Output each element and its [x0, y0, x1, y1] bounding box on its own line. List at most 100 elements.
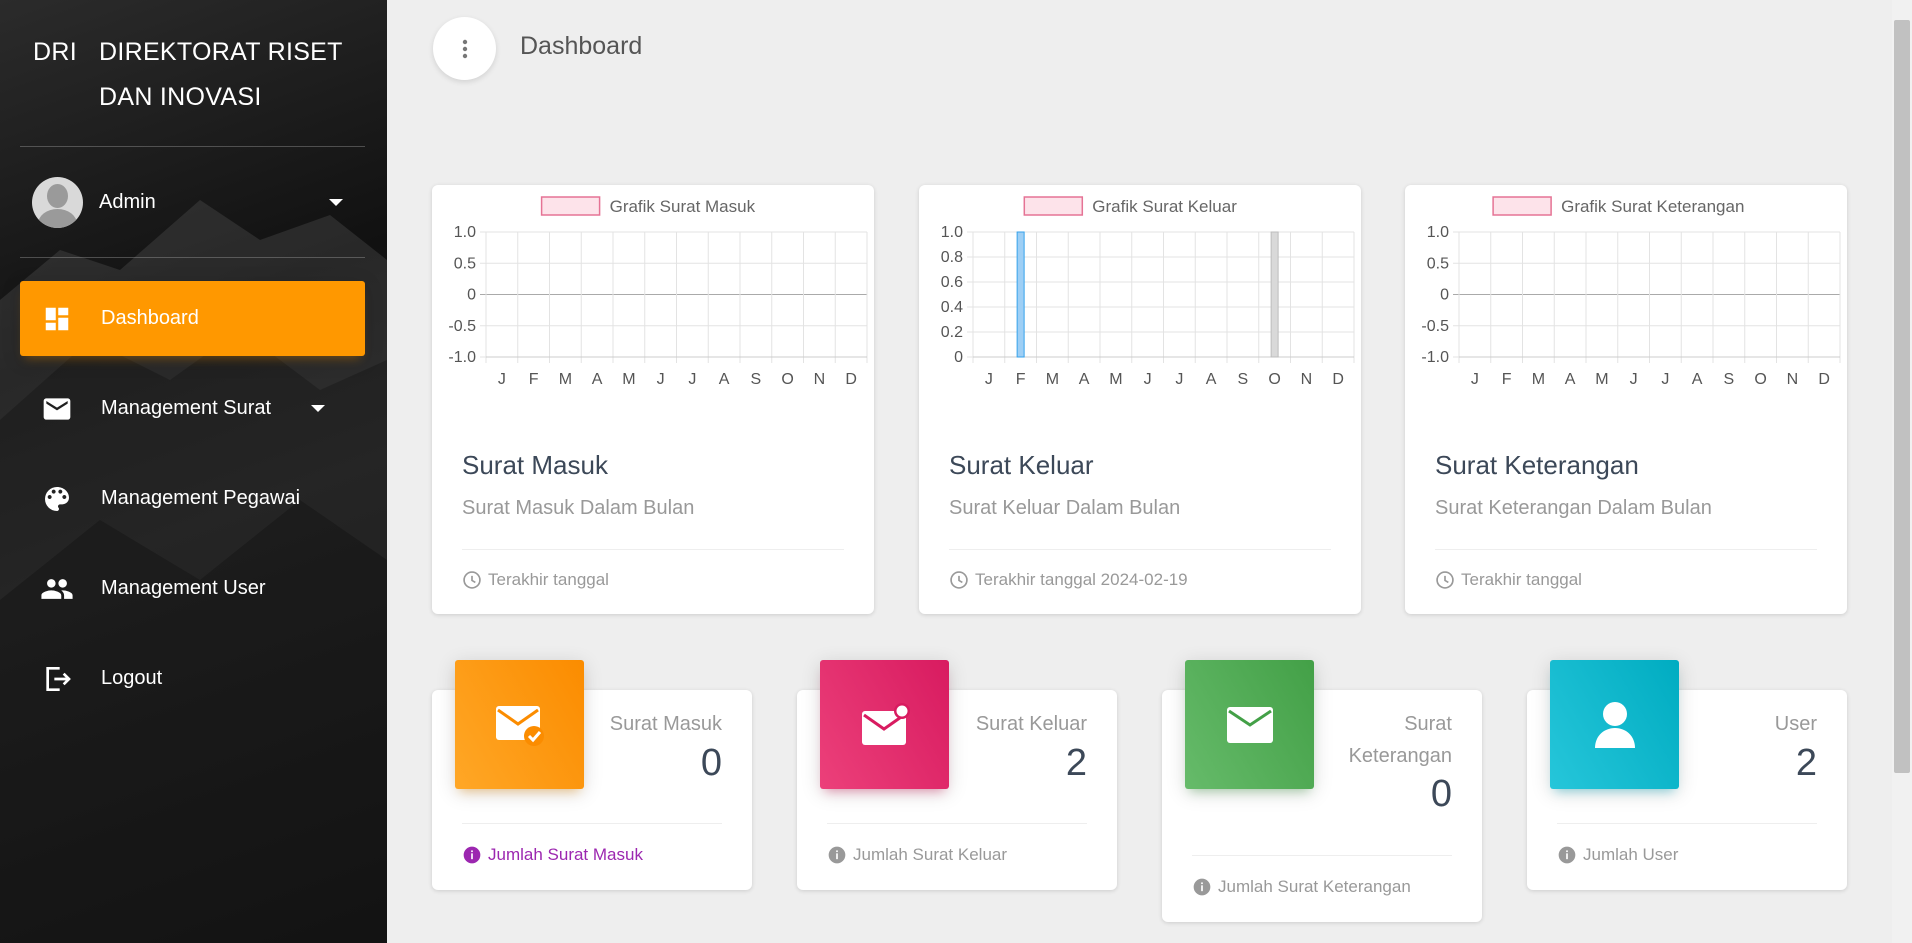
sidebar-item-management-pegawai[interactable]: Management Pegawai — [20, 461, 365, 536]
scrollbar-thumb[interactable] — [1894, 20, 1910, 773]
stat-card-surat-keterangan: Surat Keterangan 0 Jumlah Surat Keterang… — [1162, 660, 1482, 922]
sidebar-item-label: Management User — [101, 577, 266, 599]
legend-swatch — [1492, 196, 1552, 216]
brand[interactable]: DRI DIREKTORAT RISET DAN INOVASI — [20, 30, 367, 148]
x-tick-label: M — [559, 371, 572, 388]
sidebar-item-management-surat[interactable]: Management Surat — [20, 371, 365, 446]
x-tick-label: O — [1268, 371, 1280, 388]
card-category: Surat Keluar Dalam Bulan — [949, 497, 1181, 519]
sidebar-item-management-user[interactable]: Management User — [20, 551, 365, 626]
x-tick-label: J — [688, 371, 696, 388]
page-title: Dashboard — [520, 32, 643, 60]
x-tick-label: J — [1144, 371, 1152, 388]
sidebar-toggle-button[interactable] — [433, 17, 496, 80]
x-tick-label: D — [1818, 371, 1830, 388]
x-tick-label: M — [622, 371, 635, 388]
info-icon — [1558, 846, 1576, 864]
card-title: Surat Keterangan — [1435, 450, 1639, 480]
y-tick-label: 0 — [467, 287, 476, 304]
scrollbar[interactable] — [1892, 0, 1912, 943]
person-icon — [1550, 660, 1679, 789]
legend-label: Grafik Surat Keluar — [1092, 197, 1237, 216]
sidebar-item-label: Logout — [101, 667, 163, 689]
sidebar-item-label: Management Surat — [101, 397, 272, 419]
chevron-down-icon — [329, 198, 343, 206]
card-category: Surat Masuk Dalam Bulan — [462, 497, 695, 519]
x-tick-label: S — [1724, 371, 1735, 388]
y-tick-label: 1.0 — [1427, 224, 1449, 241]
stat-card-surat-masuk: Surat Masuk 0 Jumlah Surat Masuk — [432, 660, 752, 890]
people-icon — [40, 572, 74, 606]
y-tick-label: -0.5 — [448, 318, 476, 335]
y-tick-label: -1.0 — [448, 349, 476, 366]
palette-icon — [40, 482, 74, 516]
info-icon — [463, 846, 481, 864]
sidebar-item-dashboard[interactable]: Dashboard — [20, 281, 365, 356]
legend-swatch — [540, 196, 601, 216]
stat-label-line: Surat — [1404, 713, 1452, 735]
stat-label: Surat Keterangan — [1349, 708, 1452, 772]
x-tick-label: A — [1565, 371, 1576, 388]
x-tick-label: D — [845, 371, 857, 388]
x-tick-label: J — [498, 371, 506, 388]
x-tick-label: J — [1175, 371, 1183, 388]
stat-label: Surat Keluar — [975, 713, 1087, 735]
bar — [1016, 231, 1025, 358]
more-vert-icon — [462, 39, 467, 58]
clock-icon — [1436, 571, 1454, 589]
mail-icon — [40, 392, 74, 426]
sidebar-divider — [20, 146, 365, 147]
stat-footer-text: Jumlah Surat Keterangan — [1218, 877, 1411, 896]
y-tick-label: 0.5 — [454, 255, 476, 272]
card-footer: Terakhir tanggal 2024-02-19 — [949, 570, 1188, 590]
stat-footer-link[interactable]: Jumlah Surat Masuk — [462, 845, 643, 865]
sidebar-item-label: Management Pegawai — [101, 487, 301, 509]
user-menu[interactable]: Admin — [20, 172, 365, 232]
brand-mini: DRI — [33, 38, 77, 66]
sidebar-item-logout[interactable]: Logout — [20, 641, 365, 716]
x-tick-label: J — [1661, 371, 1669, 388]
x-tick-label: A — [719, 371, 730, 388]
y-tick-label: 0.6 — [941, 274, 963, 291]
card-footer: Terakhir tanggal — [1435, 570, 1582, 590]
stat-value: 2 — [1065, 742, 1087, 784]
y-tick-label: 0.4 — [941, 299, 963, 316]
x-tick-label: S — [1238, 371, 1249, 388]
x-tick-label: O — [1754, 371, 1766, 388]
chart-card-surat-keluar: Grafik Surat Keluar 1.0 0.8 0.6 0.4 0.2 0 J F M A M… — [919, 185, 1361, 614]
card-footer-text: Terakhir tanggal 2024-02-19 — [975, 570, 1188, 589]
stat-footer: Jumlah Surat Keluar — [827, 845, 1007, 865]
mail-notification-icon — [820, 660, 949, 789]
stat-label: Surat Masuk — [609, 713, 722, 735]
bar — [1270, 231, 1279, 358]
chart-surat-keterangan: Grafik Surat Keterangan 1.0 0.5 0 -0.5 -1.0 J F… — [1421, 196, 1841, 388]
clock-icon — [950, 571, 968, 589]
x-tick-label: J — [657, 371, 665, 388]
y-tick-label: 1.0 — [454, 224, 476, 241]
dashboard-icon — [40, 302, 74, 336]
stat-footer: Jumlah User — [1557, 845, 1678, 865]
y-tick-label: 0.8 — [941, 249, 963, 266]
info-icon — [1193, 878, 1211, 896]
x-tick-label: D — [1332, 371, 1344, 388]
y-tick-label: 0 — [954, 349, 963, 366]
x-tick-label: O — [781, 371, 793, 388]
x-tick-label: J — [1471, 371, 1479, 388]
x-tick-label: S — [751, 371, 762, 388]
stat-footer-text: Jumlah Surat Keluar — [853, 845, 1008, 864]
x-tick-label: A — [1206, 371, 1217, 388]
stat-card-surat-keluar: Surat Keluar 2 Jumlah Surat Keluar — [797, 660, 1117, 890]
x-tick-label: F — [529, 371, 539, 388]
y-tick-label: 0.2 — [941, 324, 963, 341]
x-tick-label: M — [1046, 371, 1059, 388]
x-tick-label: A — [1692, 371, 1703, 388]
chart-surat-keluar: Grafik Surat Keluar 1.0 0.8 0.6 0.4 0.2 0 J F M A M… — [941, 196, 1355, 388]
x-tick-label: M — [1532, 371, 1545, 388]
info-icon — [828, 846, 846, 864]
stat-footer: Jumlah Surat Keterangan — [1192, 877, 1411, 897]
stat-footer-text: Jumlah Surat Masuk — [488, 845, 643, 864]
chart-card-surat-keterangan: Grafik Surat Keterangan 1.0 0.5 0 -0.5 -1.0 J F… — [1405, 185, 1847, 614]
x-tick-label: N — [1787, 371, 1799, 388]
card-footer: Terakhir tanggal — [462, 570, 609, 590]
x-tick-label: J — [1630, 371, 1638, 388]
